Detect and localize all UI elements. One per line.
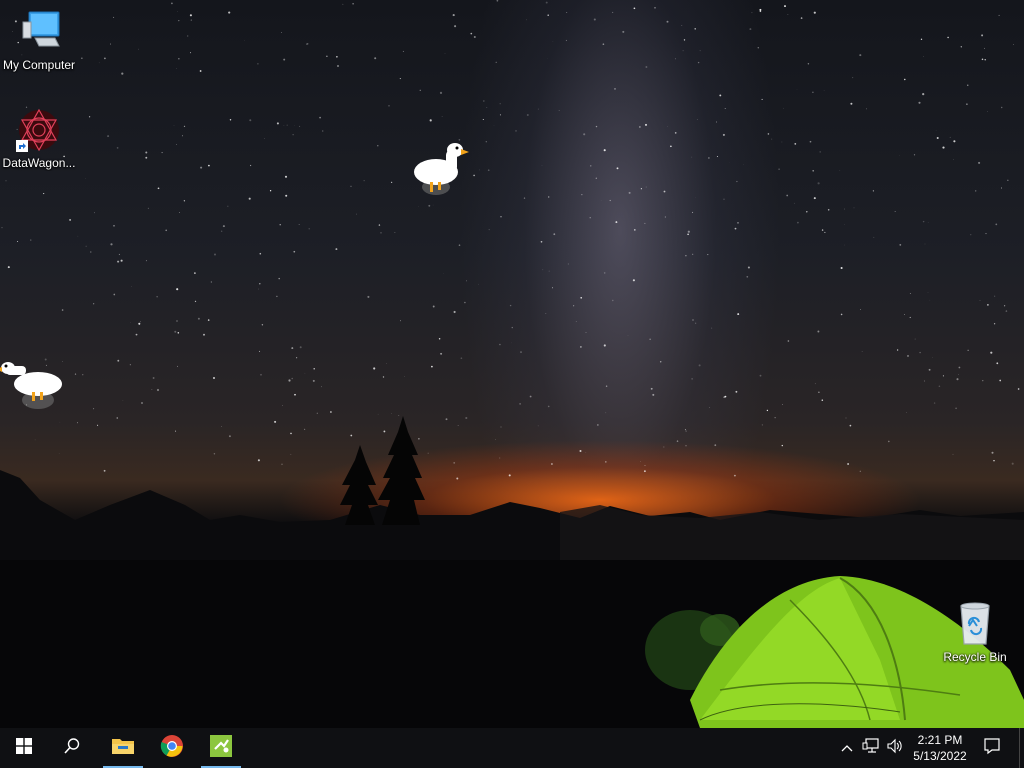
search-icon: [63, 737, 81, 760]
landscape-silhouette: [0, 416, 1024, 728]
volume-icon: [886, 738, 904, 759]
volume-button[interactable]: [884, 728, 906, 768]
taskbar: 2:21 PM 5/13/2022: [0, 728, 1024, 768]
start-button[interactable]: [2, 728, 46, 768]
network-button[interactable]: [860, 728, 882, 768]
desktop-icon-label: Recycle Bin: [943, 650, 1007, 664]
goose-sprite[interactable]: [410, 140, 472, 205]
desktop-icon-recycle-bin[interactable]: Recycle Bin: [936, 600, 1014, 665]
folder-icon: [111, 736, 135, 761]
datawagon-app-icon: [15, 106, 63, 154]
chrome-icon: [160, 734, 184, 763]
chevron-up-icon: [841, 739, 853, 757]
desktop-icon-label: DataWagon...: [2, 156, 76, 170]
desktop-icon-my-computer[interactable]: My Computer: [0, 8, 78, 73]
taskbar-image-app[interactable]: [199, 728, 243, 768]
show-desktop-button[interactable]: [1020, 728, 1024, 768]
photo-app-icon: [209, 734, 233, 763]
action-center-button[interactable]: [980, 728, 1004, 768]
network-icon: [862, 737, 880, 759]
recycle-bin-icon: [951, 600, 999, 648]
taskbar-clock[interactable]: 2:21 PM 5/13/2022: [904, 728, 976, 768]
taskbar-file-explorer[interactable]: [101, 728, 145, 768]
clock-date: 5/13/2022: [913, 749, 967, 763]
desktop-icon-datawagon[interactable]: DataWagon...: [0, 106, 78, 171]
windows-logo-icon: [16, 737, 32, 759]
desktop-background[interactable]: My Computer DataWagon... Recycle Bin: [0, 0, 1024, 728]
search-button[interactable]: [50, 728, 94, 768]
desktop-icon-label: My Computer: [2, 58, 76, 72]
show-hidden-icons-button[interactable]: [838, 728, 856, 768]
action-center-icon: [983, 737, 1001, 760]
computer-monitor-icon: [15, 8, 63, 56]
taskbar-chrome[interactable]: [150, 728, 194, 768]
clock-time: 2:21 PM: [917, 733, 963, 747]
goose-sprite[interactable]: [0, 356, 64, 419]
